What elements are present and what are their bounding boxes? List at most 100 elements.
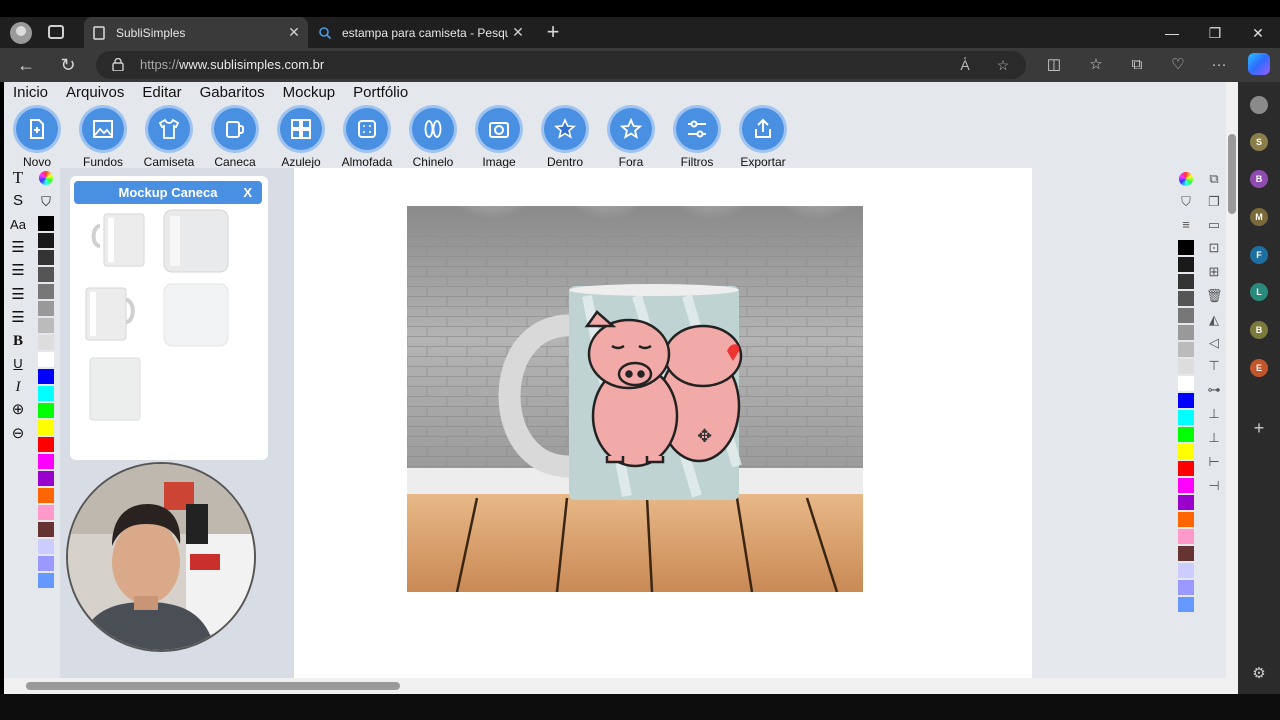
line-weight-icon[interactable]: ≡ <box>1178 217 1194 233</box>
color-swatch[interactable] <box>38 437 54 452</box>
horizontal-scrollbar[interactable] <box>4 678 1226 694</box>
color-swatch[interactable] <box>1178 359 1194 374</box>
menu-inicio[interactable]: Inicio <box>4 82 57 104</box>
color-swatch[interactable] <box>1178 512 1194 527</box>
almofada-button[interactable]: Almofada <box>334 108 400 169</box>
exportar-button[interactable]: Exportar <box>730 108 796 169</box>
align-right-obj-icon[interactable]: ⊣ <box>1206 478 1222 494</box>
color-swatch[interactable] <box>38 216 54 231</box>
zoom-out-icon[interactable]: ⊖ <box>8 424 28 444</box>
caneca-button[interactable]: Caneca <box>202 108 268 169</box>
paint-bucket-icon[interactable]: ⛉ <box>1178 194 1194 210</box>
close-tab-icon[interactable]: ✕ <box>508 24 528 41</box>
zoom-in-icon[interactable]: ⊕ <box>8 400 28 420</box>
align-right-icon[interactable]: ☰ <box>8 261 28 281</box>
more-menu-icon[interactable]: ··· <box>1207 54 1231 76</box>
color-swatch[interactable] <box>38 284 54 299</box>
color-swatch[interactable] <box>1178 240 1194 255</box>
crop-icon[interactable]: ⊡ <box>1206 240 1222 256</box>
color-swatch[interactable] <box>38 233 54 248</box>
color-swatch[interactable] <box>1178 563 1194 578</box>
image-button[interactable]: Image <box>466 108 532 169</box>
flip-vertical-icon[interactable]: ◭ <box>1206 312 1222 328</box>
layers-icon[interactable]: ▭ <box>1206 217 1222 233</box>
new-tab-button[interactable]: + <box>542 19 564 45</box>
color-swatch[interactable] <box>38 250 54 265</box>
menu-mockup[interactable]: Mockup <box>274 82 345 104</box>
mockup-thumb-mug-front[interactable] <box>162 208 230 274</box>
menu-portfolio[interactable]: Portfólio <box>344 82 417 104</box>
color-swatch[interactable] <box>38 556 54 571</box>
fundos-button[interactable]: Fundos <box>70 108 136 169</box>
dentro-button[interactable]: Dentro <box>532 108 598 169</box>
color-swatch[interactable] <box>1178 495 1194 510</box>
color-swatch[interactable] <box>1178 325 1194 340</box>
sidebar-add-icon[interactable]: + <box>1250 419 1268 437</box>
menu-editar[interactable]: Editar <box>133 82 190 104</box>
color-swatch[interactable] <box>1178 393 1194 408</box>
color-swatch[interactable] <box>38 573 54 588</box>
back-icon[interactable]: ← <box>14 54 38 76</box>
color-swatch[interactable] <box>38 420 54 435</box>
sidebar-profile-l[interactable]: L <box>1250 283 1268 301</box>
flip-horizontal-icon[interactable]: ◁ <box>1206 335 1222 351</box>
profile-avatar[interactable] <box>10 22 32 44</box>
color-wheel-icon[interactable] <box>39 171 53 185</box>
sidebar-profile-b[interactable]: B <box>1250 170 1268 188</box>
horizontal-scroll-thumb[interactable] <box>26 682 400 690</box>
tab-search[interactable]: estampa para camiseta - Pesquisar ✕ <box>310 17 532 48</box>
color-swatch[interactable] <box>1178 308 1194 323</box>
text-tool[interactable]: T <box>8 168 28 188</box>
menu-arquivos[interactable]: Arquivos <box>57 82 133 104</box>
align-center-v-icon[interactable]: ⊥ <box>1206 406 1222 422</box>
color-swatch[interactable] <box>1178 257 1194 272</box>
color-swatch[interactable] <box>1178 580 1194 595</box>
sidebar-profile-s[interactable]: S <box>1250 133 1268 151</box>
sidebar-profile-e[interactable]: E <box>1250 359 1268 377</box>
group-icon[interactable]: ⊞ <box>1206 264 1222 280</box>
italic-tool[interactable]: I <box>8 377 28 397</box>
color-swatch[interactable] <box>38 267 54 282</box>
color-swatch[interactable] <box>38 369 54 384</box>
browser-essentials-icon[interactable]: ♡ <box>1166 54 1190 76</box>
duplicate-icon[interactable]: ⧉ <box>1206 171 1222 187</box>
design-canvas[interactable]: ✥ <box>294 168 1032 694</box>
align-left-obj-icon[interactable]: ⊢ <box>1206 454 1222 470</box>
sidebar-profile-m[interactable]: M <box>1250 208 1268 226</box>
color-swatch[interactable] <box>38 403 54 418</box>
sidebar-settings-icon[interactable]: ⚙ <box>1250 665 1268 683</box>
favorite-star-icon[interactable]: ☆ <box>992 55 1014 75</box>
novo-button[interactable]: Novo <box>4 108 70 169</box>
mockup-thumb-mug-right[interactable] <box>80 282 144 346</box>
color-swatch[interactable] <box>38 488 54 503</box>
workspaces-icon[interactable] <box>48 25 64 39</box>
align-center-icon[interactable]: ☰ <box>8 285 28 305</box>
trash-icon[interactable]: 🗑 <box>1206 288 1223 304</box>
menu-gabaritos[interactable]: Gabaritos <box>191 82 274 104</box>
mockup-thumb-cup[interactable] <box>88 356 142 422</box>
azulejo-button[interactable]: Azulejo <box>268 108 334 169</box>
color-swatch[interactable] <box>38 505 54 520</box>
sidebar-app-icon[interactable] <box>1250 96 1268 114</box>
color-swatch[interactable] <box>1178 478 1194 493</box>
copilot-icon[interactable] <box>1248 53 1270 75</box>
color-swatch[interactable] <box>1178 291 1194 306</box>
bold-tool[interactable]: B <box>8 331 28 351</box>
align-left-icon[interactable]: ☰ <box>8 238 28 258</box>
color-swatch[interactable] <box>1178 597 1194 612</box>
color-swatch[interactable] <box>38 352 54 367</box>
paint-bucket-icon[interactable]: ⛉ <box>36 192 56 212</box>
color-swatch[interactable] <box>38 522 54 537</box>
close-window-icon[interactable]: ✕ <box>1238 21 1278 45</box>
color-swatch[interactable] <box>38 454 54 469</box>
minimize-icon[interactable]: — <box>1152 21 1192 45</box>
curve-text-icon[interactable]: S <box>8 191 28 211</box>
align-top-icon[interactable]: ⊤ <box>1206 358 1222 374</box>
close-tab-icon[interactable]: ✕ <box>284 24 304 41</box>
read-aloud-icon[interactable]: A᷾ <box>954 55 976 75</box>
sidebar-profile-b2[interactable]: B <box>1250 321 1268 339</box>
color-swatch[interactable] <box>1178 546 1194 561</box>
favorites-icon[interactable]: ☆ <box>1084 54 1108 76</box>
color-swatch[interactable] <box>1178 410 1194 425</box>
align-bottom-icon[interactable]: ⊥ <box>1206 430 1222 446</box>
